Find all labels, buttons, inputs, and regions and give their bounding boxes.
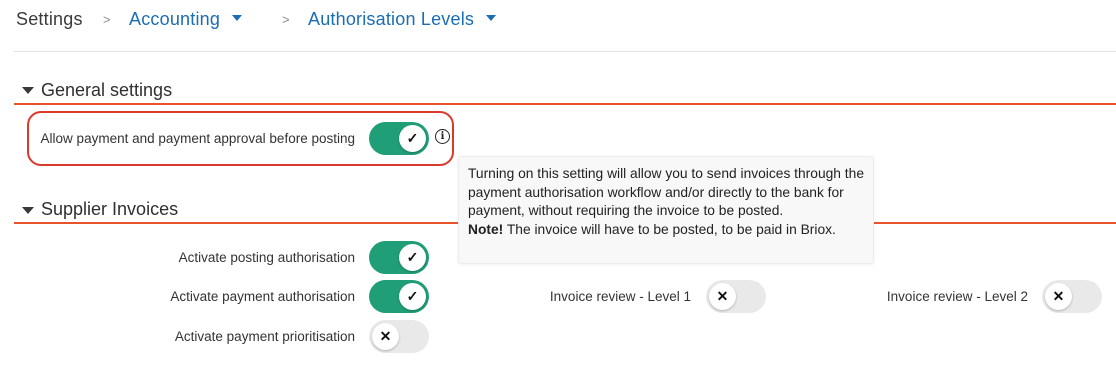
breadcrumb-accounting-label: Accounting [129, 9, 221, 29]
section-title-general-settings[interactable]: General settings [41, 80, 172, 101]
payment-authorisation-label: Activate payment authorisation [170, 289, 355, 304]
close-icon: ✕ [372, 323, 399, 350]
tooltip-note-label: Note! [468, 221, 504, 237]
breadcrumb-settings[interactable]: Settings [16, 9, 83, 30]
chevron-down-icon [232, 15, 243, 22]
review-level-2-label: Invoice review - Level 2 [886, 289, 1028, 304]
breadcrumb-authorisation-levels-label: Authorisation Levels [308, 9, 475, 29]
breadcrumb-authorisation-levels-dropdown[interactable]: Authorisation Levels [308, 9, 497, 30]
section-divider [14, 103, 1116, 105]
check-icon: ✓ [399, 125, 426, 152]
tooltip-text: Turning on this setting will allow you t… [468, 166, 864, 218]
payment-prioritisation-toggle[interactable]: ✕ [369, 320, 429, 353]
review-level-1-label: Invoice review - Level 1 [549, 289, 691, 304]
section-title-supplier-invoices[interactable]: Supplier Invoices [41, 199, 178, 220]
breadcrumb-accounting-dropdown[interactable]: Accounting [129, 9, 243, 30]
tooltip-note-text: The invoice will have to be posted, to b… [503, 221, 836, 237]
review-level-1-toggle[interactable]: ✕ [706, 280, 766, 313]
header-divider [14, 51, 1116, 52]
info-tooltip: Turning on this setting will allow you t… [458, 156, 874, 264]
collapse-caret-icon[interactable] [22, 207, 34, 214]
review-level-2-toggle[interactable]: ✕ [1042, 280, 1102, 313]
info-icon[interactable]: i [435, 129, 450, 144]
posting-authorisation-label: Activate posting authorisation [178, 250, 355, 265]
check-icon: ✓ [399, 244, 426, 271]
payment-authorisation-toggle[interactable]: ✓ [369, 280, 429, 313]
close-icon: ✕ [709, 283, 736, 310]
payment-prioritisation-label: Activate payment prioritisation [174, 329, 355, 344]
check-icon: ✓ [399, 283, 426, 310]
breadcrumb-separator: > [282, 12, 290, 27]
breadcrumb-separator: > [103, 12, 111, 27]
collapse-caret-icon[interactable] [22, 87, 34, 94]
chevron-down-icon [486, 15, 497, 22]
allow-payment-label: Allow payment and payment approval befor… [40, 131, 355, 146]
posting-authorisation-toggle[interactable]: ✓ [369, 241, 429, 274]
allow-payment-toggle[interactable]: ✓ [369, 122, 429, 155]
close-icon: ✕ [1045, 283, 1072, 310]
